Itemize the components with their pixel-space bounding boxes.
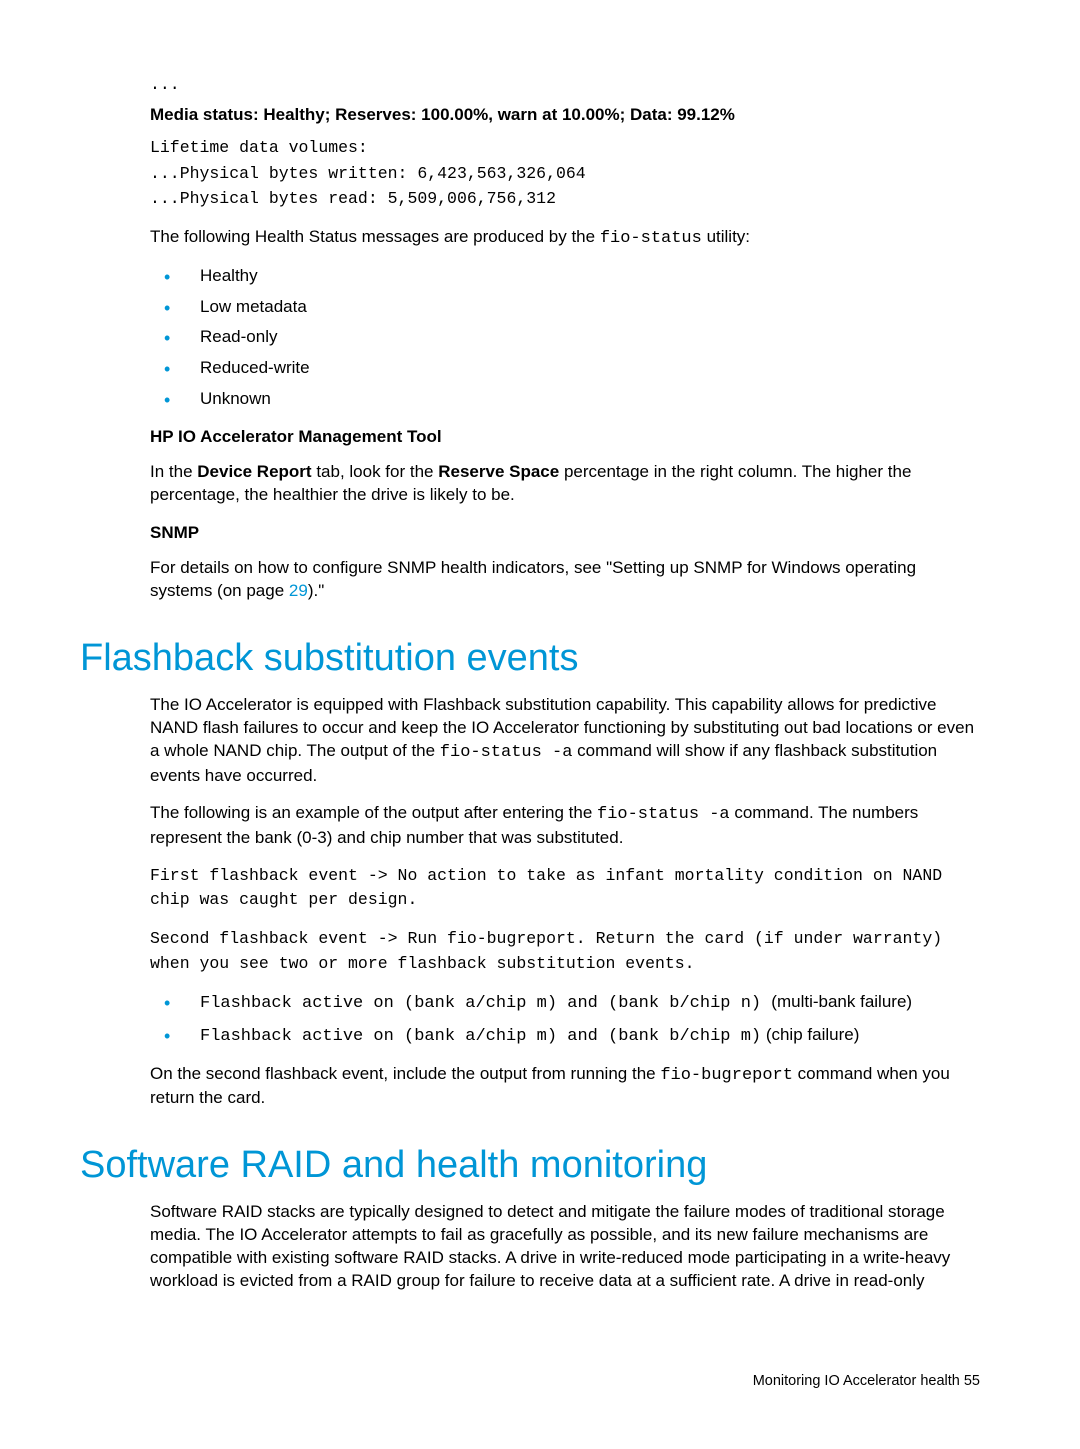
- flashback-p3: On the second flashback event, include t…: [150, 1063, 980, 1111]
- list-item: Low metadata: [150, 296, 980, 319]
- flashback-code-block-2: Second flashback event -> Run fio-bugrep…: [150, 927, 980, 977]
- flashback-content: The IO Accelerator is equipped with Flas…: [150, 694, 980, 1110]
- list-item: Reduced-write: [150, 357, 980, 380]
- code-span: fio-bugreport: [660, 1066, 793, 1085]
- status-intro-pre: The following Health Status messages are…: [150, 227, 600, 246]
- text-span: The following is an example of the outpu…: [150, 803, 597, 822]
- ellipsis-text: ...: [150, 75, 980, 94]
- text-span: On the second flashback event, include t…: [150, 1064, 660, 1083]
- status-intro-post: utility:: [702, 227, 750, 246]
- raid-p1: Software RAID stacks are typically desig…: [150, 1201, 980, 1293]
- bytes-written-line: ...Physical bytes written: 6,423,563,326…: [150, 161, 980, 187]
- snmp-heading: SNMP: [150, 523, 980, 543]
- media-status-line: Media status: Healthy; Reserves: 100.00%…: [150, 104, 980, 127]
- text-span: ).": [308, 581, 324, 600]
- text-span: In the: [150, 462, 197, 481]
- text-span: For details on how to configure SNMP hea…: [150, 558, 916, 600]
- list-item: Flashback active on (bank a/chip m) and …: [150, 991, 980, 1016]
- list-item: Read-only: [150, 326, 980, 349]
- bytes-read-line: ...Physical bytes read: 5,509,006,756,31…: [150, 186, 980, 212]
- health-status-list: Healthy Low metadata Read-only Reduced-w…: [150, 265, 980, 412]
- status-intro-paragraph: The following Health Status messages are…: [150, 226, 980, 251]
- text-span: (chip failure): [761, 1025, 859, 1044]
- text-bold: Reserve Space: [438, 462, 559, 481]
- raid-section-title: Software RAID and health monitoring: [80, 1144, 980, 1187]
- text-bold: Device Report: [197, 462, 311, 481]
- lifetime-volumes-line: Lifetime data volumes:: [150, 135, 980, 161]
- flashback-p1: The IO Accelerator is equipped with Flas…: [150, 694, 980, 788]
- flashback-p2: The following is an example of the outpu…: [150, 802, 980, 850]
- flashback-failure-list: Flashback active on (bank a/chip m) and …: [150, 991, 980, 1049]
- mgmt-tool-paragraph: In the Device Report tab, look for the R…: [150, 461, 980, 507]
- code-span: fio-status -a: [440, 743, 573, 762]
- list-item: Healthy: [150, 265, 980, 288]
- snmp-paragraph: For details on how to configure SNMP hea…: [150, 557, 980, 603]
- text-span: tab, look for the: [312, 462, 439, 481]
- top-block: ... Media status: Healthy; Reserves: 100…: [150, 75, 980, 603]
- text-span: (multi-bank failure): [771, 992, 912, 1011]
- code-span: fio-status -a: [597, 805, 730, 824]
- raid-content: Software RAID stacks are typically desig…: [150, 1201, 980, 1293]
- flashback-code-block-1: First flashback event -> No action to ta…: [150, 864, 980, 914]
- list-item: Flashback active on (bank a/chip m) and …: [150, 1024, 980, 1049]
- status-intro-code: fio-status: [600, 229, 702, 248]
- page-footer: Monitoring IO Accelerator health 55: [80, 1373, 980, 1389]
- code-span: Flashback active on (bank a/chip m) and …: [200, 994, 771, 1013]
- code-span: Flashback active on (bank a/chip m) and …: [200, 1027, 761, 1046]
- list-item: Unknown: [150, 388, 980, 411]
- mgmt-tool-heading: HP IO Accelerator Management Tool: [150, 427, 980, 447]
- flashback-section-title: Flashback substitution events: [80, 637, 980, 680]
- page-link[interactable]: 29: [289, 581, 308, 600]
- document-page: ... Media status: Healthy; Reserves: 100…: [0, 0, 1080, 1449]
